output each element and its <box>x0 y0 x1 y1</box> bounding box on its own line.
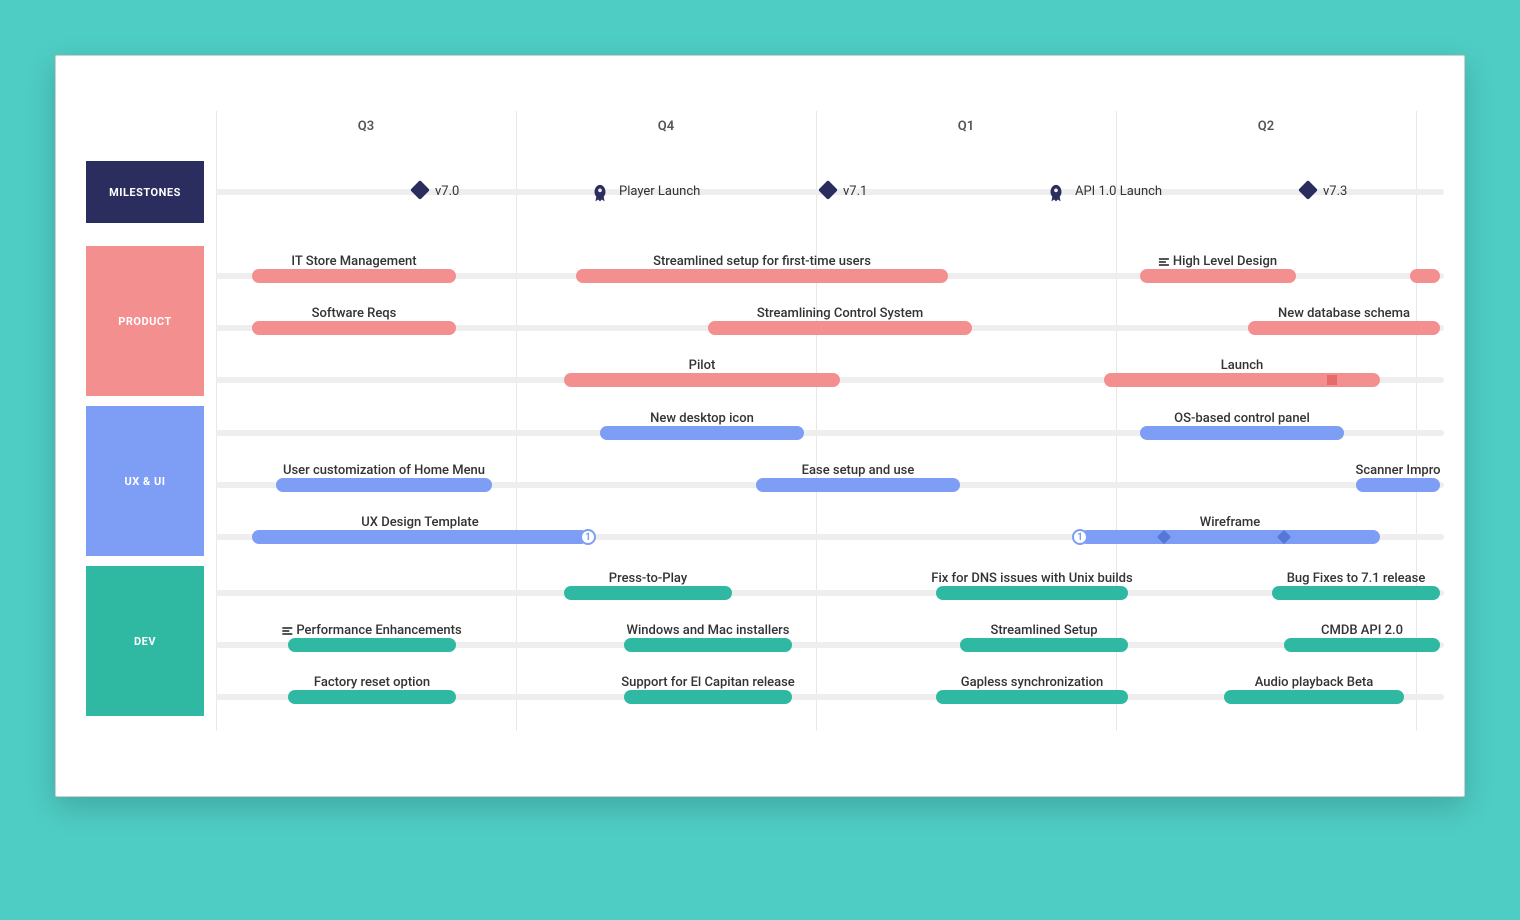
bar-label: Streamlining Control System <box>757 306 923 321</box>
roadmap-card: Q3 Q4 Q1 Q2 MILESTONES v7.0 Player Launch v7.1 A… <box>55 55 1465 797</box>
quarter-label: Q1 <box>958 119 974 134</box>
milestone-label: v7.3 <box>1323 184 1347 199</box>
milestone-label: Player Launch <box>619 184 700 199</box>
milestone-marker[interactable]: API 1.0 Launch <box>1045 183 1067 205</box>
rocket-icon <box>1045 183 1067 205</box>
bar-label: Bug Fixes to 7.1 release <box>1287 571 1426 586</box>
milestone-marker[interactable]: Player Launch <box>589 183 611 205</box>
quarter-label: Q4 <box>658 119 674 134</box>
roadmap-bar[interactable] <box>252 530 588 544</box>
square-marker-icon <box>1327 375 1337 385</box>
bar-label: OS-based control panel <box>1174 411 1310 426</box>
quarter-gridline <box>216 111 217 731</box>
roadmap-bar[interactable] <box>936 690 1128 704</box>
diamond-icon <box>1298 180 1318 200</box>
roadmap-bar[interactable] <box>624 638 792 652</box>
quarter-gridline <box>816 111 817 731</box>
bar-label: Ease setup and use <box>802 463 915 478</box>
diamond-icon <box>818 180 838 200</box>
bar-label: UX Design Template <box>361 515 478 530</box>
bar-label: Audio playback Beta <box>1255 675 1374 690</box>
roadmap-bar[interactable] <box>1140 426 1344 440</box>
rocket-icon <box>589 183 611 205</box>
bar-label: Scanner Impro <box>1355 463 1440 478</box>
lane-label-product: PRODUCT <box>86 246 204 396</box>
bar-label: Software Reqs <box>312 306 397 321</box>
roadmap-bar[interactable] <box>288 638 456 652</box>
bar-label: New desktop icon <box>650 411 754 426</box>
bar-label: IT Store Management <box>291 254 416 269</box>
roadmap-bar[interactable] <box>276 478 492 492</box>
roadmap-bar[interactable] <box>1140 269 1296 283</box>
bar-label: Gapless synchronization <box>961 675 1104 690</box>
roadmap-bar[interactable] <box>1080 530 1380 544</box>
count-badge: 1 <box>580 529 596 545</box>
milestone-label: v7.1 <box>843 184 867 199</box>
lane-label-dev: DEV <box>86 566 204 716</box>
roadmap-bar[interactable] <box>252 321 456 335</box>
count-badge: 1 <box>1072 529 1088 545</box>
roadmap-bar[interactable] <box>252 269 456 283</box>
roadmap: Q3 Q4 Q1 Q2 MILESTONES v7.0 Player Launch v7.1 A… <box>86 111 1444 731</box>
roadmap-bar[interactable] <box>288 690 456 704</box>
bar-label: Performance Enhancements <box>282 623 461 638</box>
quarter-label: Q2 <box>1258 119 1274 134</box>
roadmap-bar[interactable] <box>600 426 804 440</box>
roadmap-bar[interactable] <box>1248 321 1440 335</box>
bar-label: CMDB API 2.0 <box>1321 623 1403 638</box>
bar-label: High Level Design <box>1159 254 1277 269</box>
roadmap-bar[interactable] <box>564 373 840 387</box>
row-track <box>216 590 1444 596</box>
milestone-label: v7.0 <box>435 184 459 199</box>
milestone-label: API 1.0 Launch <box>1075 184 1162 199</box>
bar-label: New database schema <box>1278 306 1410 321</box>
bar-label: Press-to-Play <box>609 571 687 586</box>
roadmap-bar[interactable] <box>624 690 792 704</box>
roadmap-bar[interactable] <box>564 586 732 600</box>
roadmap-bar[interactable] <box>708 321 972 335</box>
roadmap-bar[interactable] <box>1284 638 1440 652</box>
milestone-marker[interactable]: v7.0 <box>413 183 427 197</box>
diamond-icon <box>410 180 430 200</box>
milestone-marker[interactable]: v7.3 <box>1301 183 1315 197</box>
milestone-marker[interactable]: v7.1 <box>821 183 835 197</box>
roadmap-bar[interactable] <box>1410 269 1440 283</box>
roadmap-bar[interactable] <box>960 638 1128 652</box>
bar-label: Windows and Mac installers <box>627 623 790 638</box>
roadmap-bar[interactable] <box>936 586 1128 600</box>
bar-label: Streamlined setup for first-time users <box>653 254 871 269</box>
roadmap-bar[interactable] <box>756 478 960 492</box>
lane-label-milestones: MILESTONES <box>86 161 204 223</box>
roadmap-bar[interactable] <box>1356 478 1440 492</box>
bar-label: User customization of Home Menu <box>283 463 485 478</box>
roadmap-bar[interactable] <box>1224 690 1404 704</box>
bar-label: Pilot <box>689 358 716 373</box>
bar-label: Streamlined Setup <box>990 623 1097 638</box>
roadmap-bar[interactable] <box>1104 373 1380 387</box>
quarter-gridline <box>516 111 517 731</box>
lane-label-ux: UX & UI <box>86 406 204 556</box>
quarter-label: Q3 <box>358 119 374 134</box>
bar-label: Launch <box>1221 358 1264 373</box>
roadmap-bar[interactable] <box>576 269 948 283</box>
roadmap-bar[interactable] <box>1272 586 1440 600</box>
bar-label: Support for El Capitan release <box>621 675 795 690</box>
bar-label: Factory reset option <box>314 675 430 690</box>
bar-label: Wireframe <box>1200 515 1260 530</box>
bar-label: Fix for DNS issues with Unix builds <box>931 571 1132 586</box>
